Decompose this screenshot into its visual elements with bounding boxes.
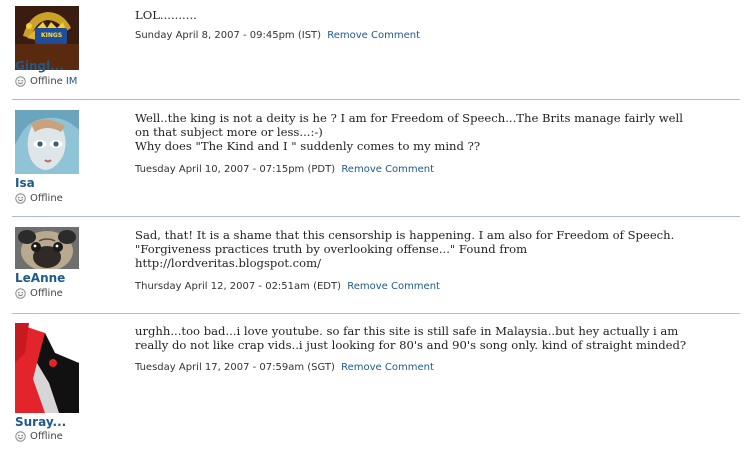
comment-timestamp: Tuesday April 17, 2007 - 07:59am (SGT) <box>135 362 335 373</box>
remove-comment-link[interactable]: Remove Comment <box>341 362 434 373</box>
avatar-logo-text: KINGS <box>41 32 63 39</box>
comment-username[interactable]: Isa <box>15 176 35 190</box>
comment-meta: Tuesday April 17, 2007 - 07:59am (SGT) R… <box>135 362 434 373</box>
comment-meta: Tuesday April 10, 2007 - 07:15pm (PDT) R… <box>135 164 434 175</box>
smiley-icon <box>15 193 26 204</box>
pug-avatar-image <box>15 227 79 269</box>
presence-status: Offline <box>15 193 63 204</box>
presence-status: Offline IM <box>15 76 77 87</box>
status-text: Offline <box>30 288 63 299</box>
comment-text: Well..the king is not a deity is he ? I … <box>135 111 683 153</box>
presence-status: Offline <box>15 431 63 442</box>
smiley-icon <box>15 76 26 87</box>
presence-status: Offline <box>15 288 63 299</box>
comment-text: LOL.......... <box>135 8 197 22</box>
smiley-icon <box>15 288 26 299</box>
comment-username[interactable]: LeAnne <box>15 271 65 285</box>
im-link[interactable]: IM <box>66 76 78 87</box>
remove-comment-link[interactable]: Remove Comment <box>347 281 440 292</box>
smiley-icon <box>15 431 26 442</box>
comment-timestamp: Tuesday April 10, 2007 - 07:15pm (PDT) <box>135 164 336 175</box>
avatar[interactable] <box>15 110 79 174</box>
avatar[interactable] <box>15 323 79 413</box>
comment-divider <box>12 313 740 314</box>
comment-text: Sad, that! It is a shame that this censo… <box>135 228 675 270</box>
avatar[interactable] <box>15 227 79 269</box>
comment-timestamp: Sunday April 8, 2007 - 09:45pm (IST) <box>135 30 322 41</box>
comment-username[interactable]: Suray... <box>15 415 66 429</box>
comment-timestamp: Thursday April 12, 2007 - 02:51am (EDT) <box>135 281 342 292</box>
comment-meta: Thursday April 12, 2007 - 02:51am (EDT) … <box>135 281 440 292</box>
comment-text: urghh...too bad...i love youtube. so far… <box>135 324 687 352</box>
remove-comment-link[interactable]: Remove Comment <box>341 164 434 175</box>
status-text: Offline <box>30 193 63 204</box>
comment-username[interactable]: Gingl... <box>15 59 64 73</box>
status-text: Offline <box>30 76 63 87</box>
comment-list: KINGS Gingl... Offline IM LOL.......... … <box>0 0 750 452</box>
status-text: Offline <box>30 431 63 442</box>
avatar-image <box>15 323 79 413</box>
comment-divider <box>12 99 740 100</box>
comment-meta: Sunday April 8, 2007 - 09:45pm (IST) Rem… <box>135 30 420 41</box>
avatar-image <box>15 110 79 174</box>
comment-divider <box>12 216 740 217</box>
remove-comment-link[interactable]: Remove Comment <box>327 30 420 41</box>
